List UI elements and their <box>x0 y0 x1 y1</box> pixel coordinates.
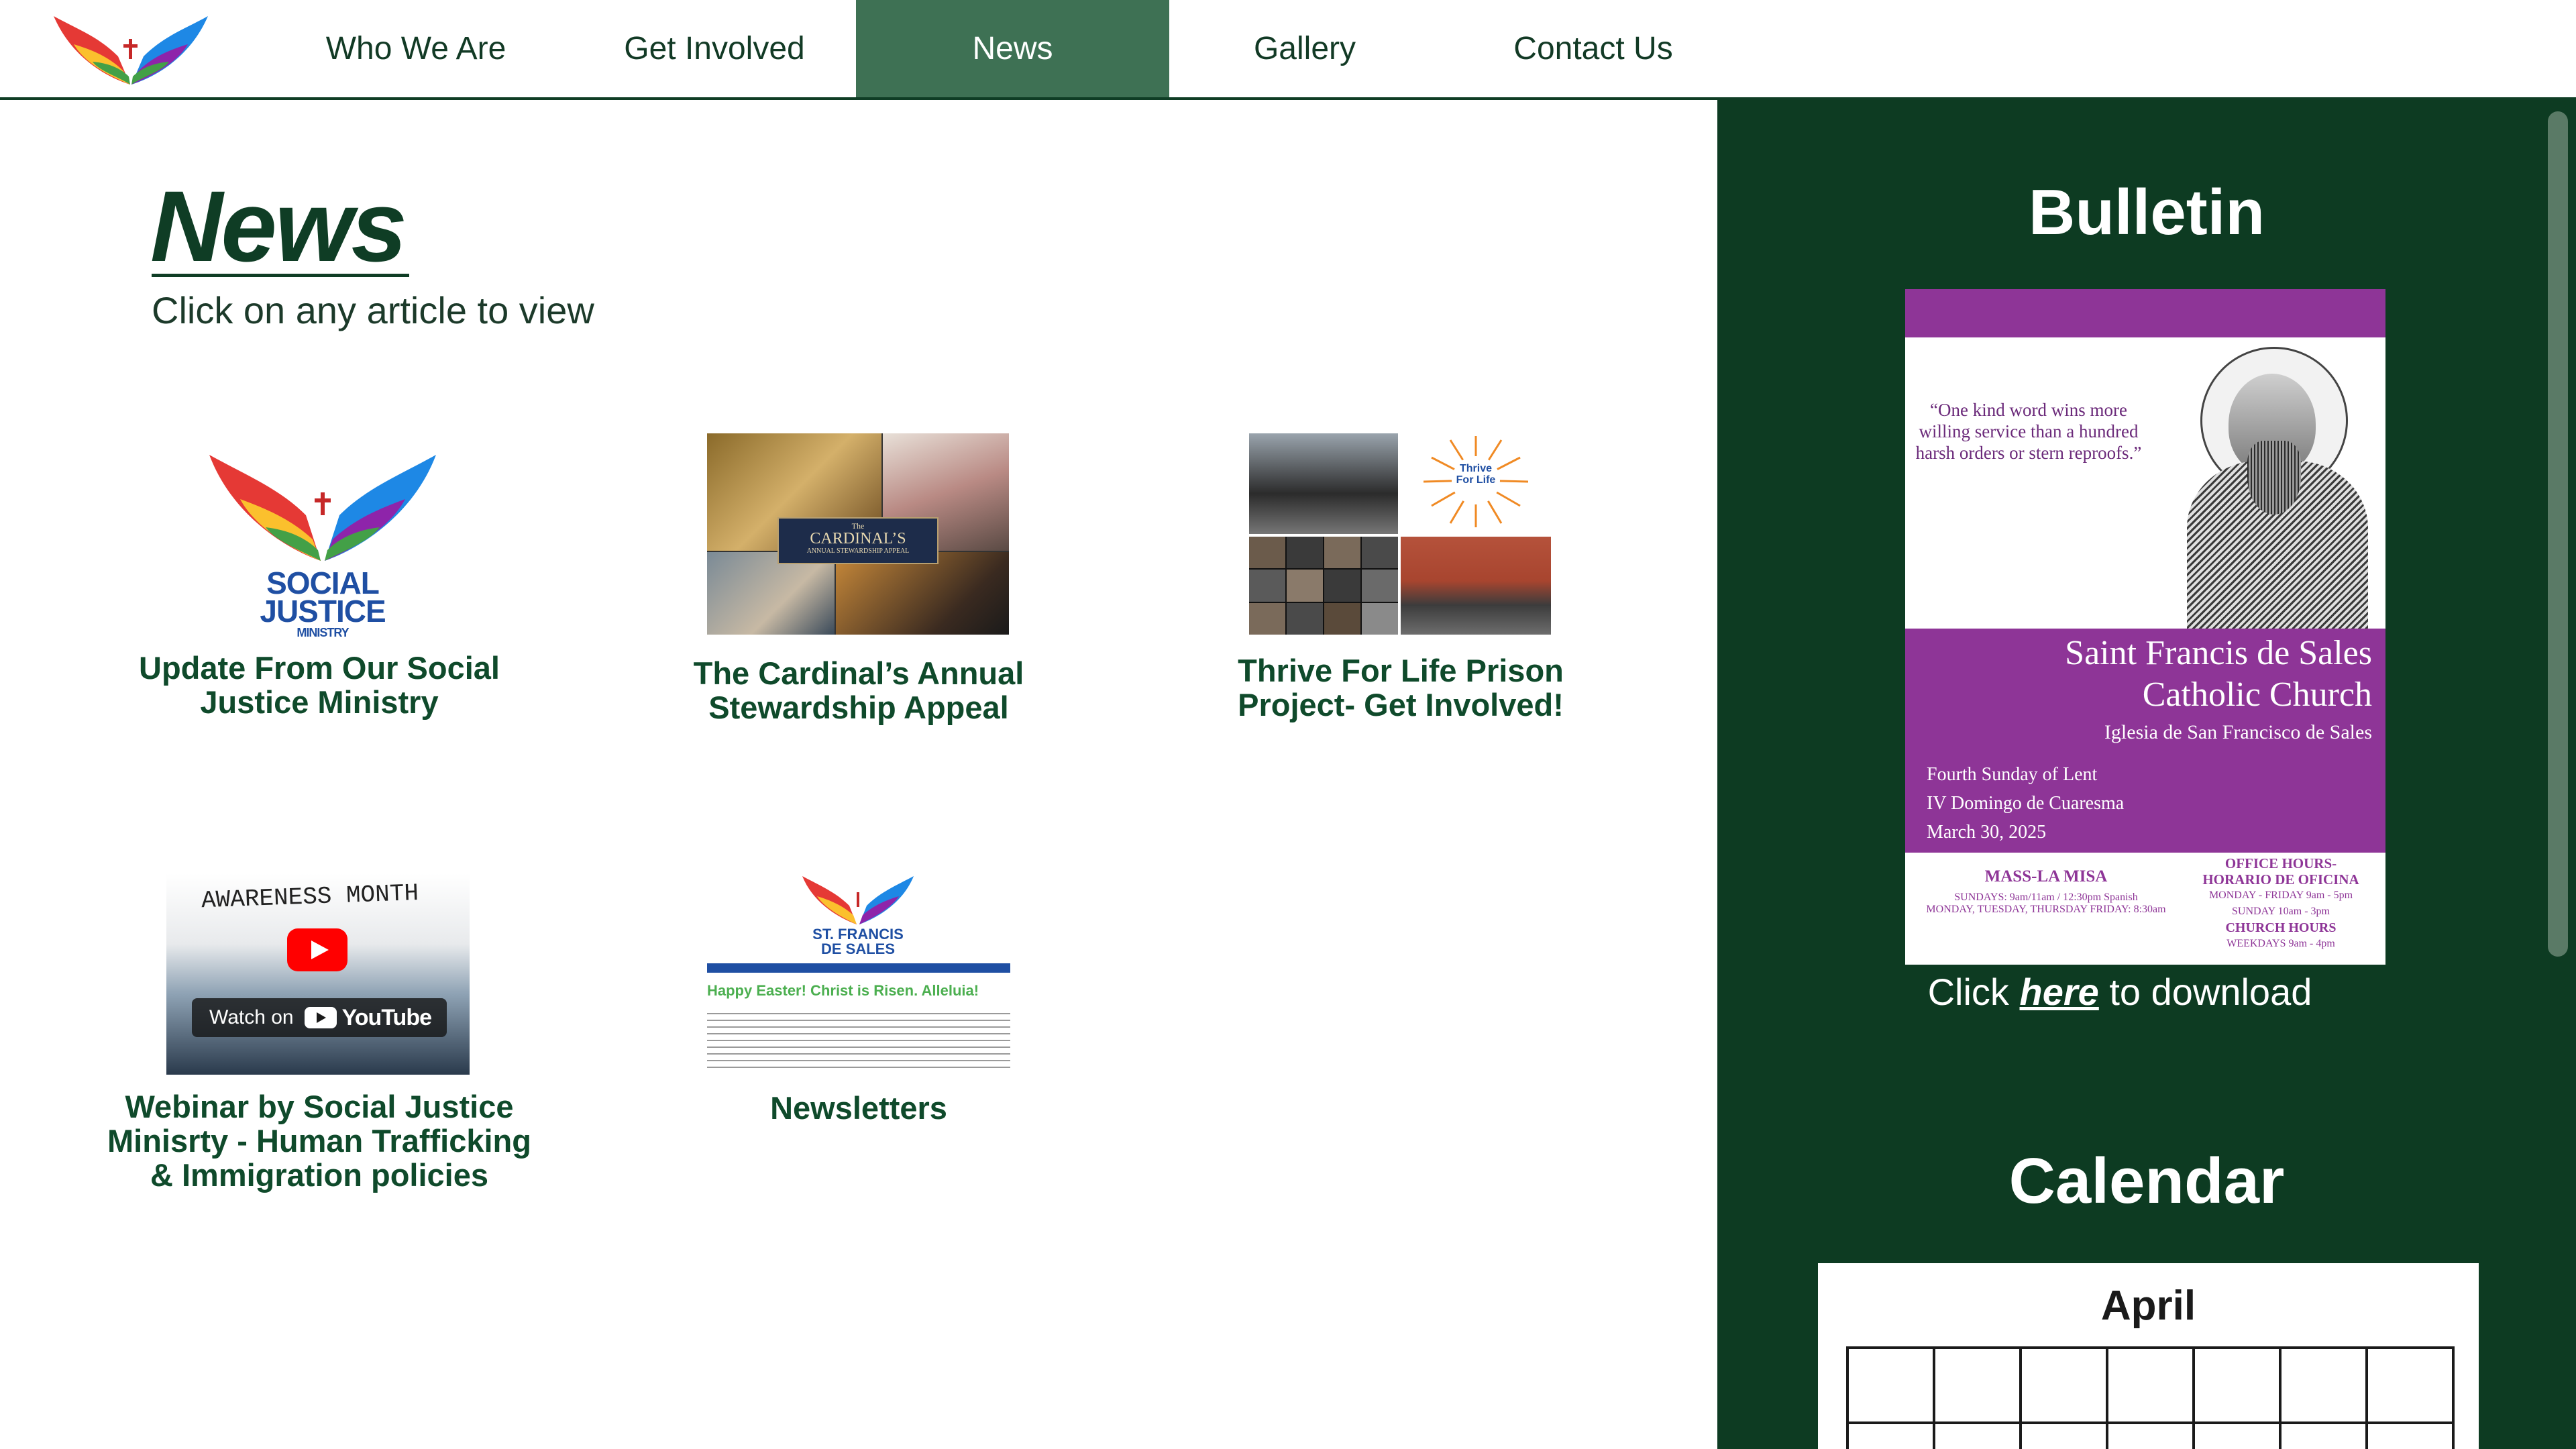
youtube-wordmark: YouTube <box>341 1004 432 1030</box>
social-justice-ministry-logo: SOCIAL JUSTICE MINISTRY <box>205 441 440 643</box>
article-card-thrive-for-life[interactable]: Thrive For Life Thrive For Life Prison P… <box>1186 429 1615 724</box>
calendar-heading: Calendar <box>2008 1145 2285 1217</box>
bulletin-mass-line-2: MONDAY, TUESDAY, THURSDAY FRIDAY: 8:30am <box>1926 904 2166 915</box>
watch-on-text: Watch on <box>209 1006 294 1028</box>
thumb-text-social: SOCIAL <box>266 566 380 600</box>
calendar-day-cell[interactable] <box>1935 1424 2022 1449</box>
thumb-text-justice: JUSTICE <box>260 594 386 629</box>
bulletin-church-name-1: Saint Francis de Sales <box>2065 634 2372 672</box>
article-card-social-justice[interactable]: SOCIAL JUSTICE MINISTRY Update From Our … <box>105 429 534 724</box>
article-title[interactable]: Thrive For Life Prison Project- Get Invo… <box>1186 653 1615 722</box>
article-card-cardinals-appeal[interactable]: The CARDINAL’S ANNUAL STEWARDSHIP APPEAL… <box>644 429 1073 724</box>
webinar-video-thumbnail[interactable]: AWARENESS MONTH Watch on YouTube <box>166 873 470 1075</box>
calendar-day-cell[interactable] <box>2282 1349 2368 1424</box>
calendar-day-cell[interactable] <box>2368 1424 2455 1449</box>
calendar-day-cell[interactable] <box>2195 1349 2282 1424</box>
nav-news[interactable]: News <box>856 0 1169 97</box>
bulletin-office-line-2: SUNDAY 10am - 3pm <box>2232 906 2330 917</box>
bulletin-office-heading-2: HORARIO DE OFICINA <box>2202 871 2359 888</box>
thumb-text-appeal: ANNUAL STEWARDSHIP APPEAL <box>806 547 910 555</box>
nav-who-we-are[interactable]: Who We Are <box>288 0 543 97</box>
bulletin-quote: “One kind word wins more willing service… <box>1915 400 2142 463</box>
page-title: News <box>150 170 407 282</box>
thumb-text-easter: Happy Easter! Christ is Risen. Alleluia! <box>707 982 979 999</box>
bulletin-office-heading-1: OFFICE HOURS- <box>2224 855 2337 871</box>
article-title[interactable]: Update From Our Social Justice Ministry <box>105 651 534 719</box>
dove-wings-logo[interactable] <box>51 9 211 89</box>
bulletin-date: March 30, 2025 <box>1927 822 2047 843</box>
calendar-day-cell[interactable] <box>2282 1424 2368 1449</box>
calendar-day-cell[interactable] <box>2022 1424 2108 1449</box>
bulletin-mass-heading: MASS-LA MISA <box>1984 867 2108 885</box>
bulletin-occasion-2: IV Domingo de Cuaresma <box>1927 793 2125 814</box>
calendar-widget: April <box>1818 1263 2479 1449</box>
scrollbar-thumb[interactable] <box>2548 111 2568 957</box>
calendar-day-cell[interactable] <box>2195 1424 2282 1449</box>
bulletin-occasion-1: Fourth Sunday of Lent <box>1927 764 2098 785</box>
thumb-text-thrive: Thrive <box>1459 463 1492 474</box>
youtube-logo-icon <box>304 1007 337 1028</box>
cardinals-appeal-thumbnail: The CARDINAL’S ANNUAL STEWARDSHIP APPEAL <box>707 433 1009 635</box>
bulletin-church-hours-line: WEEKDAYS 9am - 4pm <box>2226 938 2335 949</box>
bulletin-cover[interactable]: “One kind word wins more willing service… <box>1905 289 2385 965</box>
bulletin-church-hours-heading: CHURCH HOURS <box>2225 920 2337 935</box>
saint-portrait <box>2187 347 2368 629</box>
youtube-play-icon[interactable] <box>287 928 347 971</box>
bulletin-heading: Bulletin <box>2029 176 2265 248</box>
bulletin-download-link[interactable]: here <box>2020 971 2099 1013</box>
thumb-text-de-sales: DE SALES <box>820 941 896 957</box>
nav-gallery[interactable]: Gallery <box>1194 0 1415 97</box>
calendar-day-cell[interactable] <box>1849 1349 1935 1424</box>
calendar-month: April <box>2100 1283 2196 1329</box>
article-card-webinar[interactable]: AWARENESS MONTH Watch on YouTube Webinar… <box>105 872 534 1248</box>
calendar-day-cell[interactable] <box>2368 1349 2455 1424</box>
top-navigation-bar: Who We Are Get Involved News Gallery Con… <box>0 0 2576 100</box>
dove-wings-icon <box>209 455 436 561</box>
calendar-grid <box>1846 1346 2455 1449</box>
bulletin-church-name-2: Catholic Church <box>2142 676 2372 714</box>
calendar-day-cell[interactable] <box>1935 1349 2022 1424</box>
nav-contact-us[interactable]: Contact Us <box>1476 0 1711 97</box>
bulletin-mass-line-1: SUNDAYS: 9am/11am / 12:30pm Spanish <box>1954 892 2138 903</box>
download-prefix: Click <box>1927 971 2020 1013</box>
calendar-day-cell[interactable] <box>1849 1424 1935 1449</box>
bulletin-office-line-1: MONDAY - FRIDAY 9am - 5pm <box>2208 890 2353 901</box>
newsletter-thumbnail: ST. FRANCIS DE SALES Happy Easter! Chris… <box>707 872 1010 1073</box>
thumb-text-ministry: MINISTRY <box>297 626 349 639</box>
calendar-day-cell[interactable] <box>2022 1349 2108 1424</box>
thumb-text-the: The <box>851 521 865 531</box>
article-title[interactable]: The Cardinal’s Annual Stewardship Appeal <box>644 656 1073 724</box>
thumb-text-awareness: AWARENESS MONTH <box>201 879 419 915</box>
calendar-day-cell[interactable] <box>2108 1349 2195 1424</box>
bulletin-download-line: Click here to download <box>1717 970 2522 1014</box>
bulletin-church-name-es: Iglesia de San Francisco de Sales <box>2104 721 2372 743</box>
thrive-for-life-thumbnail: Thrive For Life <box>1249 433 1551 635</box>
nav-get-involved[interactable]: Get Involved <box>584 0 845 97</box>
article-title[interactable]: Newsletters <box>644 1091 1073 1125</box>
article-card-newsletters[interactable]: ST. FRANCIS DE SALES Happy Easter! Chris… <box>644 872 1073 1140</box>
title-underline <box>152 274 409 277</box>
thumb-text-st-francis: ST. FRANCIS <box>812 926 904 943</box>
thumb-text-for-life: For Life <box>1456 474 1496 486</box>
calendar-day-cell[interactable] <box>2108 1424 2195 1449</box>
page-subtitle: Click on any article to view <box>152 289 594 331</box>
thumb-text-cardinals: CARDINAL’S <box>810 530 906 547</box>
article-title[interactable]: Webinar by Social Justice Minisrty - Hum… <box>105 1089 534 1192</box>
download-suffix: to download <box>2098 971 2312 1013</box>
dove-wings-icon <box>802 876 914 924</box>
